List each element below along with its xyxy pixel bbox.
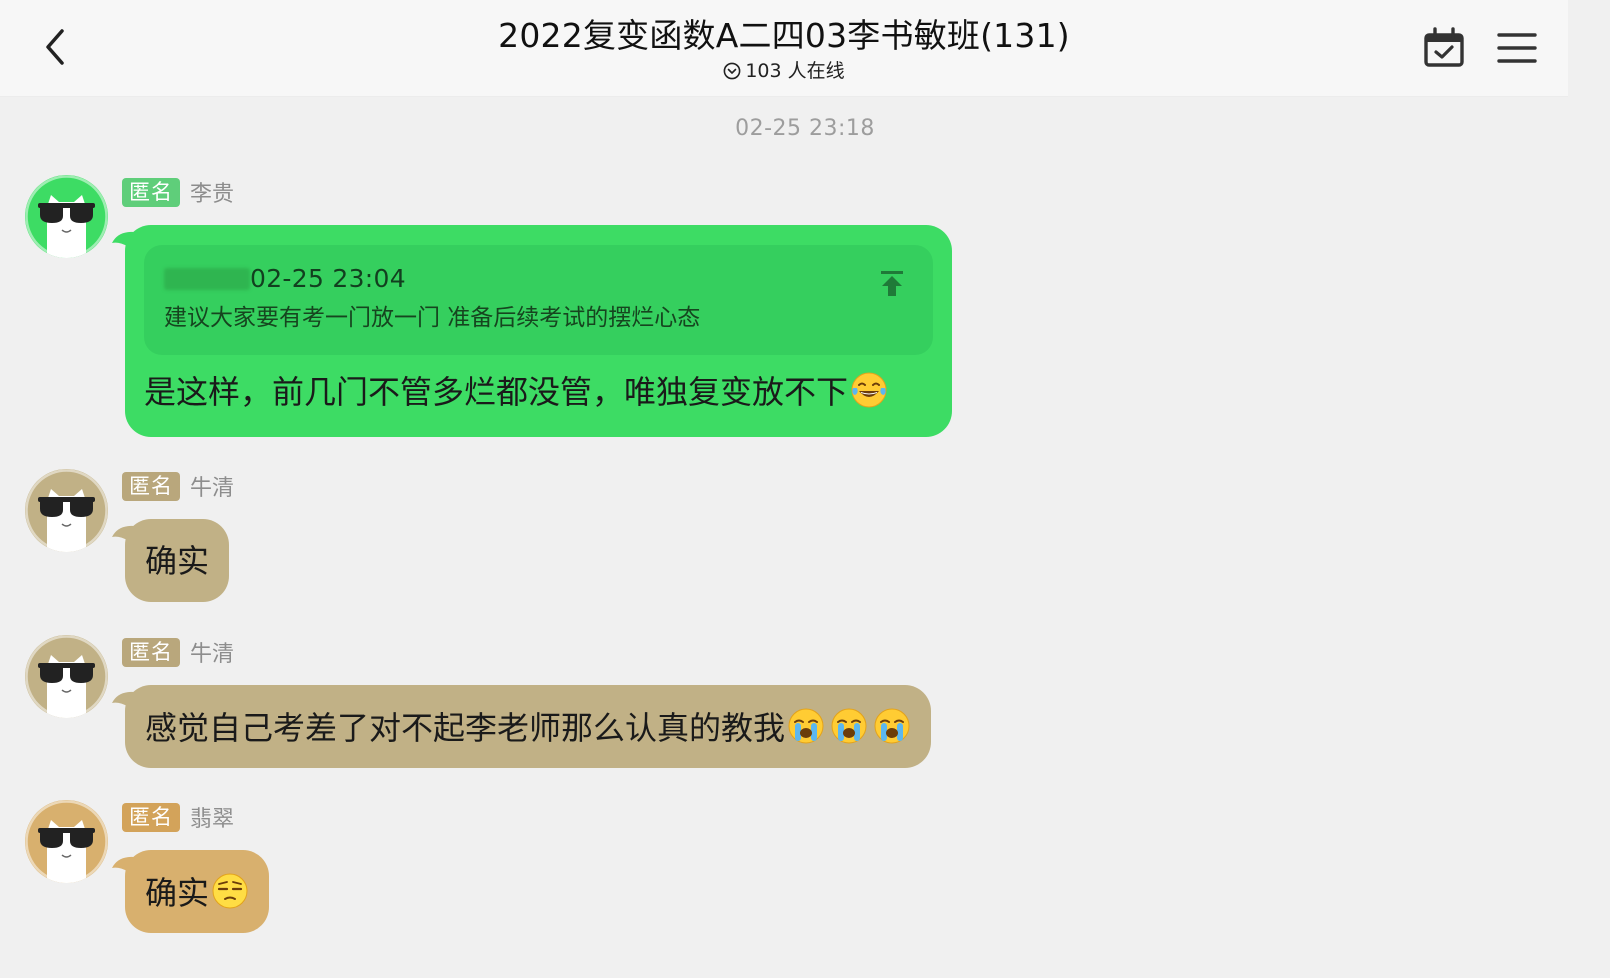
message-text: 确实	[145, 542, 210, 580]
emoji-group	[211, 872, 249, 910]
sender-info: 匿名 牛清	[122, 636, 234, 668]
message-text: 感觉自己考差了对不起李老师那么认真的教我	[145, 709, 786, 747]
group-title: 2022复变函数A二四03李书敏班(131)	[498, 16, 1070, 55]
redacted-sender	[164, 268, 250, 290]
title-area: 2022复变函数A二四03李书敏班(131) 103 人在线	[0, 14, 1568, 84]
chat-header: 2022复变函数A二四03李书敏班(131) 103 人在线	[0, 0, 1568, 97]
sender-name[interactable]: 牛清	[190, 470, 234, 502]
sender-info: 匿名 李贵	[122, 176, 234, 208]
anonymous-tag: 匿名	[122, 177, 180, 207]
unamused-emoji	[212, 873, 248, 909]
crying-emoji	[788, 708, 824, 744]
quoted-message[interactable]: 02-25 23:04 建议大家要有考一门放一门 准备后续考试的摆烂心态	[144, 245, 933, 355]
bubble-tail	[112, 231, 134, 251]
arrow-to-top-icon	[881, 271, 903, 296]
jump-to-top-button[interactable]	[877, 267, 907, 297]
quoted-text: 建议大家要有考一门放一门 准备后续考试的摆烂心态	[164, 305, 701, 331]
quoted-time: 02-25 23:04	[250, 264, 406, 293]
time-divider: 02-25 23:18	[735, 116, 875, 141]
emoji-group	[787, 707, 911, 745]
sender-name[interactable]: 李贵	[190, 176, 234, 208]
message-bubble[interactable]: 02-25 23:04 建议大家要有考一门放一门 准备后续考试的摆烂心态 是这样…	[112, 225, 952, 437]
hamburger-menu-icon	[1497, 33, 1537, 63]
anonymous-tag: 匿名	[122, 637, 180, 667]
menu-button[interactable]	[1494, 28, 1540, 68]
avatar[interactable]	[25, 635, 108, 718]
sender-info: 匿名 翡翠	[122, 801, 234, 833]
online-count: 103 人在线	[745, 60, 845, 82]
bubble-tail	[112, 856, 134, 876]
message-text: 是这样，前几门不管多烂都没管，唯独复变放不下	[144, 373, 849, 411]
message-bubble[interactable]: 确实	[112, 850, 270, 933]
message-text: 确实	[145, 874, 210, 912]
sender-name[interactable]: 牛清	[190, 636, 234, 668]
emoji-group	[850, 371, 888, 409]
message-bubble[interactable]: 确实	[112, 519, 230, 602]
bubble-tail	[112, 525, 134, 545]
calendar-check-icon	[1424, 27, 1464, 67]
sender-info: 匿名 牛清	[122, 470, 234, 502]
bubble-tail	[112, 691, 134, 711]
online-status[interactable]: 103 人在线	[723, 59, 845, 83]
cat-sunglasses-avatar-icon	[25, 800, 108, 883]
cat-sunglasses-avatar-icon	[25, 635, 108, 718]
cat-sunglasses-avatar-icon	[25, 175, 108, 258]
chevron-circle-icon	[723, 62, 741, 80]
avatar[interactable]	[25, 175, 108, 258]
anonymous-tag: 匿名	[122, 471, 180, 501]
cat-sunglasses-avatar-icon	[25, 469, 108, 552]
sender-name[interactable]: 翡翠	[190, 801, 234, 833]
message-bubble[interactable]: 感觉自己考差了对不起李老师那么认真的教我	[112, 685, 932, 768]
avatar[interactable]	[25, 469, 108, 552]
laugh-tears-emoji	[851, 372, 887, 408]
avatar[interactable]	[25, 800, 108, 883]
anonymous-tag: 匿名	[122, 802, 180, 832]
crying-emoji	[831, 708, 867, 744]
calendar-checkin-button[interactable]	[1420, 26, 1468, 70]
crying-emoji	[874, 708, 910, 744]
